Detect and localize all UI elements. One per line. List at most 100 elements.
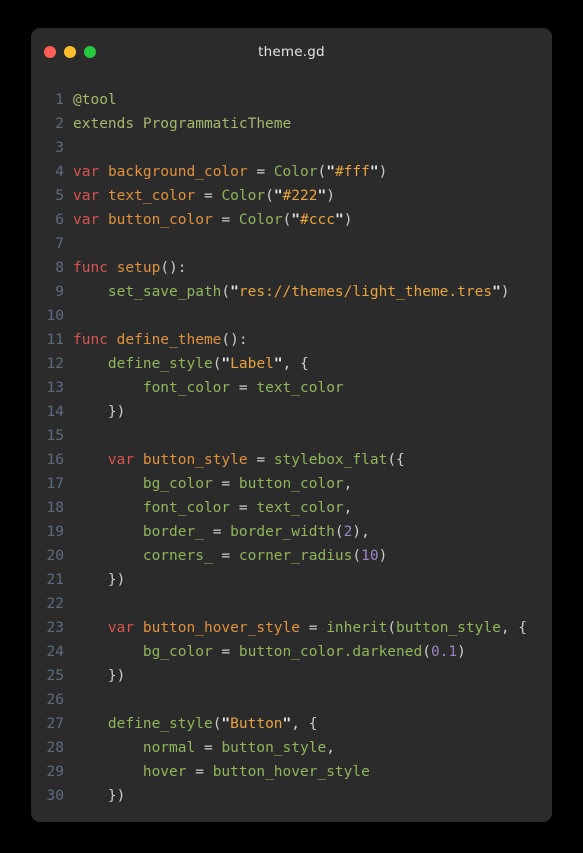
code-line[interactable]: 29 hover = button_hover_style (31, 760, 552, 784)
code-token: var (73, 212, 100, 228)
line-content[interactable]: border_ = border_width(2), (73, 520, 552, 544)
line-content[interactable]: bg_color = button_color.darkened(0.1) (73, 640, 552, 664)
code-line[interactable]: 3 (31, 136, 552, 160)
code-line[interactable]: 8 func setup(): (31, 256, 552, 280)
line-content[interactable]: var button_style = stylebox_flat({ (73, 448, 552, 472)
minimize-window-button[interactable] (64, 46, 76, 58)
code-token: var (107, 620, 135, 636)
code-token: " (221, 716, 231, 732)
line-content[interactable]: }) (73, 664, 552, 688)
code-token: func (73, 260, 108, 276)
code-token: , { (282, 356, 309, 372)
code-token: #fff (334, 164, 370, 180)
code-token: , { (500, 620, 528, 636)
maximize-window-button[interactable] (84, 46, 96, 58)
code-content[interactable]: 1 @tool 2 extends ProgrammaticTheme 3 4 var ba… (31, 76, 552, 822)
line-content[interactable]: define_style("Label", { (73, 352, 552, 376)
code-line[interactable]: 26 (31, 688, 552, 712)
line-content[interactable]: }) (73, 784, 552, 808)
line-content[interactable]: var button_color = Color("#ccc") (73, 208, 552, 232)
code-line[interactable]: 11 func define_theme(): (31, 328, 552, 352)
code-line[interactable]: 21 }) (31, 568, 552, 592)
line-number: 21 (46, 572, 64, 588)
line-content[interactable]: var text_color = Color("#222") (73, 184, 552, 208)
code-token: }) (107, 404, 126, 420)
line-content[interactable]: bg_color = button_color, (73, 472, 552, 496)
code-line[interactable]: 1 @tool (31, 88, 552, 112)
code-line[interactable]: 24 bg_color = button_color.darkened(0.1) (31, 640, 552, 664)
code-line[interactable]: 20 corners_ = corner_radius(10) (31, 544, 552, 568)
code-token: }) (107, 572, 126, 588)
code-token: " (317, 188, 327, 204)
window-titlebar[interactable]: theme.gd (31, 28, 552, 76)
line-content[interactable]: }) (73, 568, 552, 592)
code-token: #ccc (300, 212, 335, 228)
close-window-button[interactable] (44, 46, 56, 58)
code-token: define_style (107, 356, 213, 372)
line-content[interactable]: var background_color = Color("#fff") (73, 160, 552, 184)
code-token: normal (142, 740, 196, 756)
code-token: " (334, 212, 344, 228)
code-token: var (73, 188, 100, 204)
code-line[interactable]: 2 extends ProgrammaticTheme (31, 112, 552, 136)
code-token: button_color (107, 212, 213, 228)
code-token: = (256, 164, 266, 180)
line-content[interactable]: func define_theme(): (73, 328, 552, 352)
code-line[interactable]: 19 border_ = border_width(2), (31, 520, 552, 544)
code-token: define_theme (116, 332, 222, 348)
code-line[interactable]: 9 set_save_path("res://themes/light_them… (31, 280, 552, 304)
line-number: 26 (46, 692, 64, 708)
code-line[interactable]: 14 }) (31, 400, 552, 424)
code-line[interactable]: 13 font_color = text_color (31, 376, 552, 400)
code-line[interactable]: 22 (31, 592, 552, 616)
line-content[interactable]: corners_ = corner_radius(10) (73, 544, 552, 568)
code-line[interactable]: 7 (31, 232, 552, 256)
code-line[interactable]: 16 var button_style = stylebox_flat({ (31, 448, 552, 472)
line-number: 9 (55, 284, 64, 300)
code-line[interactable]: 30 }) (31, 784, 552, 808)
line-content[interactable]: set_save_path("res://themes/light_theme.… (73, 280, 552, 304)
line-content[interactable]: hover = button_hover_style (73, 760, 552, 784)
code-line[interactable]: 18 font_color = text_color, (31, 496, 552, 520)
code-line[interactable]: 25 }) (31, 664, 552, 688)
line-number: 30 (46, 788, 64, 804)
code-line[interactable]: 17 bg_color = button_color, (31, 472, 552, 496)
line-content[interactable]: @tool (73, 88, 552, 112)
line-content[interactable]: extends ProgrammaticTheme (73, 112, 552, 136)
line-content[interactable]: font_color = text_color (73, 376, 552, 400)
code-token: ({ (387, 452, 405, 468)
line-content[interactable]: normal = button_style, (73, 736, 552, 760)
code-line[interactable]: 12 define_style("Label", { (31, 352, 552, 376)
code-line[interactable]: 5 var text_color = Color("#222") (31, 184, 552, 208)
code-token: }) (107, 668, 126, 684)
code-line[interactable]: 10 (31, 304, 552, 328)
code-token: button_style (142, 452, 248, 468)
code-token: font_color (142, 500, 231, 516)
code-token: @tool (73, 92, 117, 108)
code-line[interactable]: 28 normal = button_style, (31, 736, 552, 760)
line-content[interactable]: define_style("Button", { (73, 712, 552, 736)
line-content[interactable]: var button_hover_style = inherit(button_… (73, 616, 552, 640)
line-content[interactable]: }) (73, 400, 552, 424)
code-token: ( (422, 644, 431, 660)
line-content[interactable]: func setup(): (73, 256, 552, 280)
code-line[interactable]: 4 var background_color = Color("#fff") (31, 160, 552, 184)
line-content[interactable]: font_color = text_color, (73, 496, 552, 520)
code-line[interactable]: 27 define_style("Button", { (31, 712, 552, 736)
code-line[interactable]: 23 var button_hover_style = inherit(butt… (31, 616, 552, 640)
code-token: = (221, 644, 231, 660)
code-line[interactable]: 15 (31, 424, 552, 448)
code-line[interactable]: 6 var button_color = Color("#ccc") (31, 208, 552, 232)
